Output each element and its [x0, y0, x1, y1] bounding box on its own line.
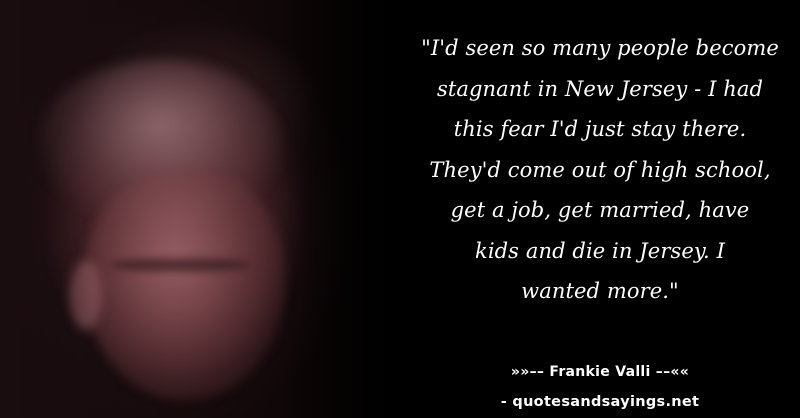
- quote-line: stagnant in New Jersey - I had: [436, 76, 764, 101]
- portrait-photo: [0, 0, 420, 418]
- portrait-ear: [70, 260, 102, 330]
- quote-line: "I'd seen so many people become: [421, 36, 779, 60]
- source-website: - quotesandsayings.net: [500, 394, 700, 410]
- quote-line: get a job, get married, have: [450, 198, 750, 222]
- portrait-face: [85, 170, 285, 400]
- quote-card: "I'd seen so many people become stagnant…: [0, 0, 800, 418]
- quote-text: "I'd seen so many people become stagnant…: [400, 28, 800, 312]
- quote-line: this fear I'd just stay there.: [453, 117, 747, 141]
- portrait-brow: [110, 258, 250, 272]
- quote-author: »»–– Frankie Valli ––««: [510, 364, 690, 380]
- portrait-fade: [280, 0, 420, 418]
- quote-line: They'd come out of high school,: [429, 157, 771, 182]
- quote-line: kids and die in Jersey. I: [475, 238, 725, 263]
- quote-line: wanted more.": [521, 279, 679, 303]
